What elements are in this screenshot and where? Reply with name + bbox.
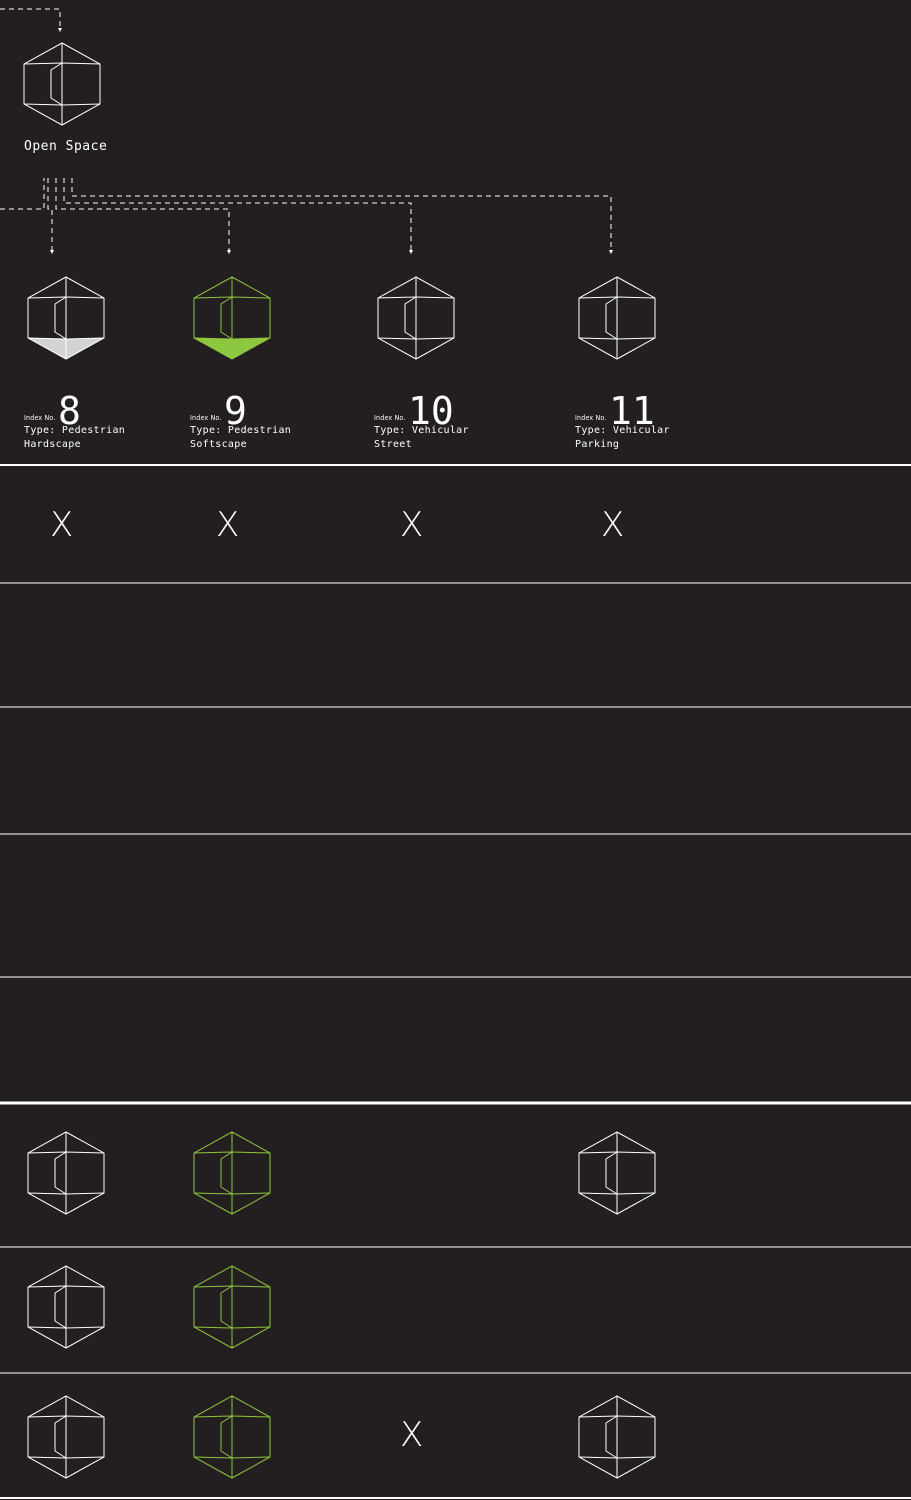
connector-to-type-8 <box>47 178 53 250</box>
cube-icon <box>578 1131 656 1215</box>
cube-icon <box>23 42 101 126</box>
cube-icon <box>377 276 455 360</box>
arrowhead <box>227 250 231 254</box>
type-category: Type: Vehicular <box>374 425 469 436</box>
index-prefix: Index No. <box>575 414 607 422</box>
cube-green-icon <box>193 1265 271 1349</box>
index-row: Index No. 9 <box>190 390 360 430</box>
index-row: Index No. 10 <box>374 390 544 430</box>
parent-category-label: Open Space <box>24 139 108 154</box>
arrowhead <box>409 250 413 254</box>
type-label-11: Index No. 11 Type: Vehicular Parking <box>575 390 745 452</box>
type-subcategory: Street <box>374 439 412 450</box>
index-row: Index No. 11 <box>575 390 745 430</box>
diagram-canvas <box>0 8 911 1499</box>
type-category: Type: Pedestrian <box>190 425 292 436</box>
connector-to-type-10 <box>63 178 412 250</box>
cube-green-icon <box>193 1131 271 1215</box>
connector-lines <box>0 8 612 250</box>
type-label-9: Index No. 9 Type: Pedestrian Softscape <box>190 390 360 452</box>
cube-hardscape-icon <box>27 276 105 360</box>
x-mark: X <box>400 1415 424 1455</box>
connector-to-parent <box>0 8 61 28</box>
index-number: 9 <box>224 389 247 433</box>
cube-icon <box>27 1265 105 1349</box>
cube-green-icon <box>193 1395 271 1479</box>
connector-to-type-9 <box>55 178 230 250</box>
arrowhead <box>609 250 613 254</box>
x-mark: X <box>50 505 74 545</box>
index-prefix: Index No. <box>190 414 222 422</box>
type-category: Type: Vehicular <box>575 425 670 436</box>
cube-icon <box>578 1395 656 1479</box>
cube-icon <box>27 1131 105 1215</box>
index-row: Index No. 8 <box>24 390 194 430</box>
x-mark: X <box>400 505 424 545</box>
type-subcategory: Parking <box>575 439 620 450</box>
type-label-10: Index No. 10 Type: Vehicular Street <box>374 390 544 452</box>
type-subcategory: Hardscape <box>24 439 81 450</box>
index-number: 8 <box>58 389 81 433</box>
cube-softscape-icon <box>193 276 271 360</box>
matrix-row-dividers <box>0 464 911 1499</box>
x-mark: X <box>601 505 625 545</box>
connector-to-type-11 <box>71 178 612 250</box>
cube-icon <box>27 1395 105 1479</box>
arrowhead <box>58 28 62 32</box>
arrowhead <box>50 250 54 254</box>
index-prefix: Index No. <box>24 414 56 422</box>
index-number: 10 <box>408 389 454 433</box>
connector-feed-left <box>0 178 45 210</box>
cube-icon <box>578 276 656 360</box>
index-number: 11 <box>609 389 655 433</box>
arrowheads <box>50 28 613 254</box>
type-subcategory: Softscape <box>190 439 247 450</box>
type-category: Type: Pedestrian <box>24 425 126 436</box>
cube-icons <box>23 42 656 1479</box>
index-prefix: Index No. <box>374 414 406 422</box>
x-mark: X <box>216 505 240 545</box>
type-label-8: Index No. 8 Type: Pedestrian Hardscape <box>24 390 194 452</box>
